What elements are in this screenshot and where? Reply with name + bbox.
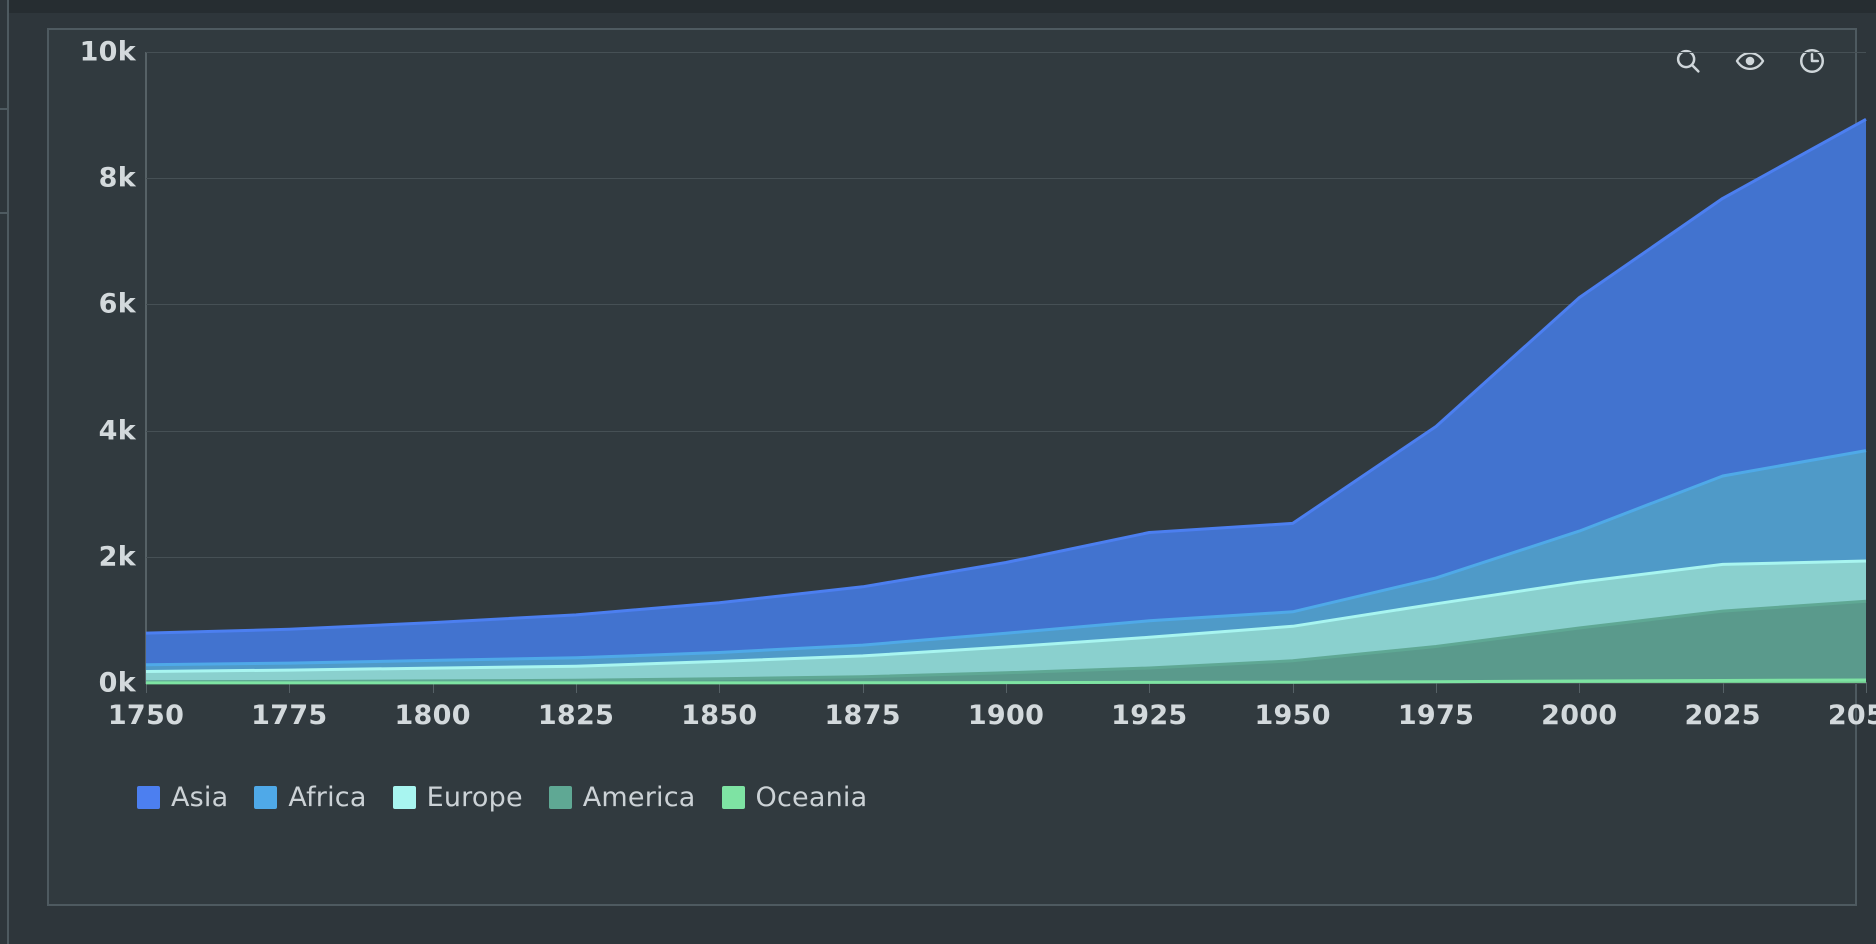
- x-axis-tick-label: 1850: [639, 700, 799, 731]
- legend-item-europe[interactable]: Europe: [393, 782, 523, 813]
- legend-swatch-icon: [722, 786, 745, 809]
- x-axis-tick-label: 1775: [209, 700, 369, 731]
- legend-label: Oceania: [756, 782, 868, 813]
- x-axis-tick-mark: [1723, 682, 1724, 693]
- legend-swatch-icon: [393, 786, 416, 809]
- chart-legend: Asia Africa Europe America Oceania: [137, 782, 867, 813]
- legend-label: America: [583, 782, 696, 813]
- sidebar-divider: [0, 212, 9, 214]
- plot-area: 0k2k4k6k8k10k 17501775180018251850187519…: [146, 52, 1866, 682]
- top-band: [9, 0, 1876, 13]
- y-axis-tick-label: 2k: [16, 541, 136, 572]
- y-axis-tick-label: 0k: [16, 668, 136, 699]
- x-axis-tick-mark: [1866, 682, 1867, 693]
- x-axis-tick-label: 2025: [1643, 700, 1803, 731]
- x-axis-tick-mark: [1579, 682, 1580, 693]
- x-axis-tick-label: 1975: [1356, 700, 1516, 731]
- legend-label: Asia: [171, 782, 228, 813]
- sidebar-divider: [0, 108, 9, 110]
- legend-swatch-icon: [254, 786, 277, 809]
- y-axis-tick-label: 10k: [16, 37, 136, 68]
- legend-swatch-icon: [549, 786, 572, 809]
- x-axis-tick-label: 1750: [66, 700, 226, 731]
- sidebar-strip: [0, 0, 9, 944]
- x-axis-tick-label: 1875: [783, 700, 943, 731]
- legend-item-africa[interactable]: Africa: [254, 782, 366, 813]
- chart-card: 0k2k4k6k8k10k 17501775180018251850187519…: [47, 28, 1857, 906]
- stacked-area-series: [146, 52, 1866, 683]
- y-axis-tick-label: 4k: [16, 415, 136, 446]
- legend-label: Europe: [427, 782, 523, 813]
- x-axis-tick-label: 1900: [926, 700, 1086, 731]
- y-axis-tick-label: 8k: [16, 163, 136, 194]
- x-axis-tick-mark: [1436, 682, 1437, 693]
- legend-item-asia[interactable]: Asia: [137, 782, 228, 813]
- app-root: 0k2k4k6k8k10k 17501775180018251850187519…: [0, 0, 1876, 944]
- x-axis-tick-label: 1800: [353, 700, 513, 731]
- legend-item-america[interactable]: America: [549, 782, 696, 813]
- x-axis-tick-label: 1825: [496, 700, 656, 731]
- x-axis-tick-label: 1925: [1069, 700, 1229, 731]
- y-axis-tick-label: 6k: [16, 289, 136, 320]
- x-axis-tick-label: 2000: [1499, 700, 1659, 731]
- x-axis-tick-label: 2050: [1786, 700, 1876, 731]
- legend-swatch-icon: [137, 786, 160, 809]
- legend-label: Africa: [288, 782, 366, 813]
- legend-item-oceania[interactable]: Oceania: [722, 782, 868, 813]
- x-axis-tick-label: 1950: [1213, 700, 1373, 731]
